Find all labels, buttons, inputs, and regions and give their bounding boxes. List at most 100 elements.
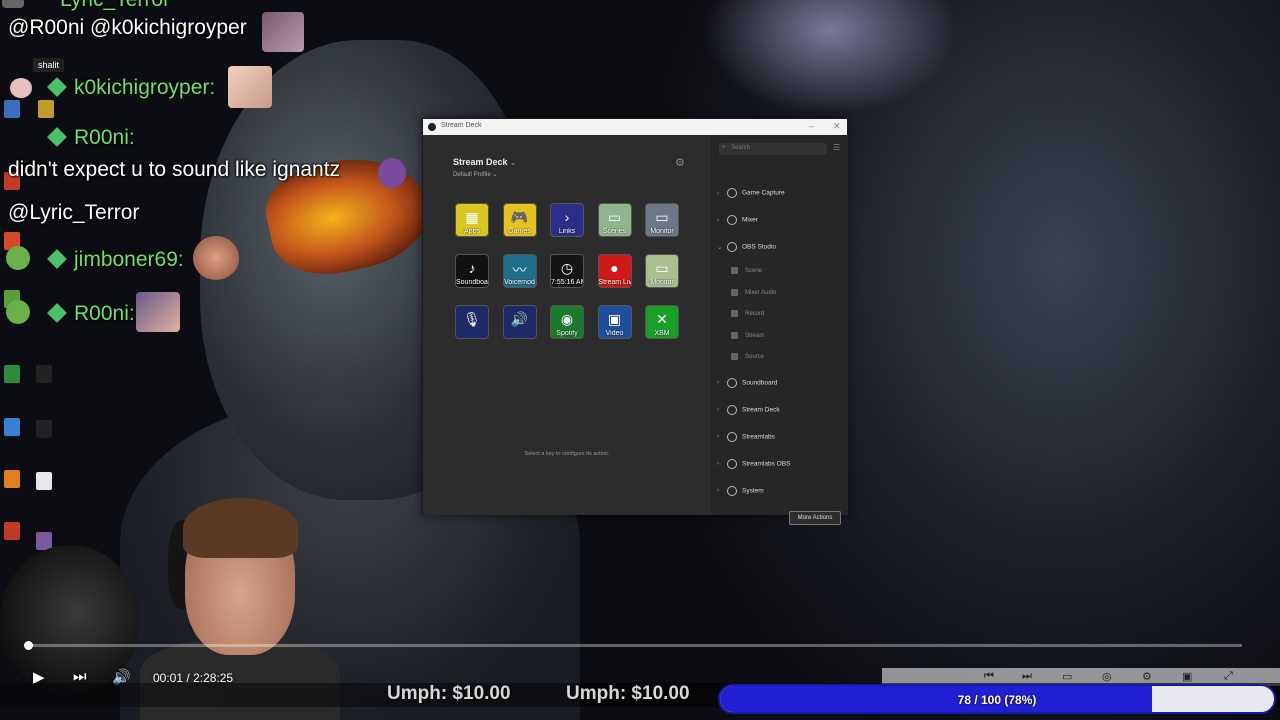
actions-panel: Search ⌕ ☰ › Game Capture › Mixer ⌄ OBS Studi… [711,135,848,525]
chat-username-text: jimboner69: [74,248,184,271]
chat-avatar [2,0,24,8]
desktop-icon[interactable] [36,365,52,383]
stream-deck-key[interactable]: ▭ Monitor [645,254,679,288]
obs-action[interactable]: Stream [731,331,764,339]
action-label: Scene [745,268,763,275]
gear-icon[interactable]: ⚙ [675,156,685,169]
action-category[interactable]: › System [717,485,764,496]
desktop-icon[interactable] [4,522,20,540]
category-icon [727,404,737,415]
stream-deck-key[interactable]: 🎮 Games [502,203,537,237]
more-actions-button[interactable]: More Actions [789,511,841,525]
key-glyph-icon: 〰 [512,262,527,278]
stream-deck-window[interactable]: Stream Deck – ✕ Stream Deck ⌄ Default Pr… [422,118,848,525]
chevron-down-icon: ⌄ [492,172,498,178]
key-glyph-icon: 🎙 [463,311,481,327]
stream-deck-key[interactable]: ◉ Spotify [550,305,584,339]
desktop-icon[interactable] [4,365,20,383]
stream-deck-key[interactable]: ▭ Monitor [645,203,679,237]
chevron-right-icon: › [717,406,720,414]
key-label: Soundboard [456,279,488,286]
stream-deck-key[interactable]: 🔊 [502,305,537,339]
chat-message: @Lyric_Terror [8,201,140,224]
list-view-icon[interactable]: ☰ [833,143,840,152]
window-titlebar[interactable]: Stream Deck – ✕ [423,119,847,135]
category-icon [727,485,737,496]
stream-deck-key[interactable]: ▦ Apps [455,203,489,237]
desktop-icon[interactable] [4,100,20,118]
next-icon[interactable]: ⏭ [1022,670,1032,683]
action-search-input[interactable]: Search [719,143,827,155]
previous-icon[interactable]: ⏮ [984,670,994,683]
profile-selector[interactable]: Default Profile ⌄ [453,171,497,178]
stream-deck-key[interactable]: ▭ Scenes [597,203,632,237]
key-label: Games [508,228,531,235]
action-category[interactable]: › Soundboard [717,377,777,388]
stream-deck-key[interactable]: › Links [550,203,584,237]
category-label: Streamlabs [742,433,775,441]
action-icon [731,353,738,360]
key-glyph-icon: ◉ [560,311,574,327]
chevron-right-icon: › [717,216,720,224]
action-category[interactable]: › Mixer [717,215,758,225]
chevron-right-icon: › [717,433,720,441]
pip-icon[interactable]: ▣ [1182,670,1192,683]
stream-deck-key[interactable]: ● Stream Live [597,254,632,288]
fullscreen-icon[interactable]: ⤢ [1224,670,1233,683]
key-glyph-icon: ◷ [560,260,574,276]
chat-username-text: k0kichigroyper: [74,76,216,99]
stream-deck-app-icon [428,123,436,131]
desktop-icon[interactable] [36,420,52,438]
category-icon [727,188,737,198]
minimize-icon[interactable]: – [809,121,814,131]
key-glyph-icon: ✕ [656,311,668,327]
stream-deck-key[interactable]: ✕ XBM [645,305,679,339]
action-icon [731,288,738,296]
search-placeholder: Search [731,145,751,151]
settings-icon[interactable]: ⚙ [1142,670,1152,683]
action-category[interactable]: ⌄ OBS Studio [717,242,776,252]
desktop-icon[interactable] [4,418,20,436]
close-icon[interactable]: ✕ [833,121,841,132]
action-icon [731,310,738,317]
category-icon [727,458,737,469]
chat-badge-icon [47,127,67,148]
stream-deck-key[interactable]: 〰 Voicemod [502,254,537,288]
chevron-right-icon: › [717,460,720,468]
subtitles-icon[interactable]: ▭ [1062,670,1072,683]
obs-action[interactable]: Mixer Audio [731,288,776,296]
stream-deck-key[interactable]: ♪ Soundboard [455,254,489,288]
category-label: Mixer [742,216,758,224]
chat-badge-icon [47,303,67,324]
stream-deck-key[interactable]: ▣ Video [597,305,632,339]
action-icon [731,331,738,339]
speed-icon[interactable]: ◎ [1102,670,1112,683]
device-selector[interactable]: Stream Deck ⌄ [453,157,516,167]
desktop-icon[interactable] [36,472,52,490]
category-icon [727,242,737,252]
action-category[interactable]: › Stream Deck [717,404,780,415]
stream-deck-key[interactable]: ◷ 7:55:16 AM [550,254,584,288]
category-icon [727,377,737,388]
action-category[interactable]: › Streamlabs OBS [717,458,790,469]
desktop-icon[interactable] [4,470,20,488]
ticker-item: Umph: $10.00 [566,683,690,704]
action-category[interactable]: › Streamlabs [717,431,775,442]
category-label: Game Capture [742,189,785,197]
chat-emote [193,236,239,280]
video-progress-bar[interactable] [26,644,1242,647]
key-label: 7:55:16 AM [551,279,583,286]
desktop-icon[interactable] [38,100,54,118]
category-label: OBS Studio [742,243,776,251]
obs-action[interactable]: Scene [731,267,762,274]
key-label: Video [605,330,624,337]
chat-line-partial: Lyric_Terror [60,0,170,12]
action-category[interactable]: › Game Capture [717,188,785,198]
stream-deck-key[interactable]: 🎙 [455,305,489,339]
chevron-right-icon: › [717,189,720,197]
key-glyph-icon: ♪ [468,260,476,276]
obs-action[interactable]: Record [731,310,764,317]
obs-action[interactable]: Source [731,353,764,360]
video-progress-handle[interactable] [24,641,33,650]
chevron-down-icon: ⌄ [510,160,516,167]
